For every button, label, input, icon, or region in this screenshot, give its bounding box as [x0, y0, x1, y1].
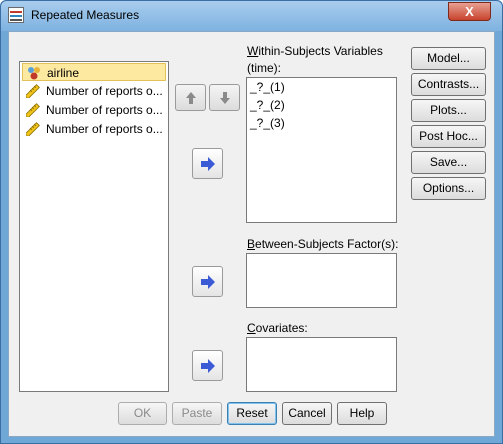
- dialog-body: airline Number of reports o... Number of…: [8, 31, 495, 437]
- between-subjects-list[interactable]: [246, 253, 397, 308]
- model-button[interactable]: Model...: [411, 47, 486, 70]
- cancel-button[interactable]: Cancel: [282, 402, 332, 425]
- arrow-up-icon: [185, 91, 196, 104]
- list-item[interactable]: Number of reports o...: [22, 82, 166, 100]
- within-factor-label: (time):: [247, 61, 281, 75]
- options-button[interactable]: Options...: [411, 177, 486, 200]
- arrow-right-icon: [200, 274, 215, 289]
- app-icon: [8, 7, 24, 23]
- list-item[interactable]: _?_(2): [247, 96, 396, 114]
- list-item[interactable]: airline: [22, 63, 166, 81]
- move-to-covariates-button[interactable]: [192, 350, 223, 381]
- dialog-window: Repeated Measures X airline Number of re…: [0, 0, 503, 444]
- arrow-right-icon: [200, 156, 215, 171]
- contrasts-button[interactable]: Contrasts...: [411, 73, 486, 96]
- list-item[interactable]: _?_(3): [247, 114, 396, 132]
- between-subjects-label: Between-Subjects Factor(s):: [247, 237, 399, 251]
- source-variable-list[interactable]: airline Number of reports o... Number of…: [19, 61, 169, 392]
- move-to-between-button[interactable]: [192, 266, 223, 297]
- covariates-label: Covariates:: [247, 321, 308, 335]
- save-button[interactable]: Save...: [411, 151, 486, 174]
- close-button[interactable]: X: [448, 2, 491, 21]
- list-item-label: Number of reports o...: [46, 84, 163, 98]
- move-down-button[interactable]: [209, 84, 240, 111]
- window-title: Repeated Measures: [31, 8, 140, 22]
- scale-variable-icon: [26, 84, 40, 98]
- paste-button[interactable]: Paste: [172, 402, 222, 425]
- arrow-right-icon: [200, 358, 215, 373]
- within-subjects-label: Within-Subjects Variables: [247, 44, 383, 58]
- list-item[interactable]: Number of reports o...: [22, 101, 166, 119]
- arrow-down-icon: [219, 91, 230, 104]
- title-bar[interactable]: Repeated Measures X: [1, 1, 502, 31]
- covariates-list[interactable]: [246, 337, 397, 392]
- within-subjects-list[interactable]: _?_(1) _?_(2) _?_(3): [246, 77, 397, 223]
- plots-button[interactable]: Plots...: [411, 99, 486, 122]
- list-item-label: airline: [47, 66, 80, 80]
- move-up-button[interactable]: [175, 84, 206, 111]
- nominal-variable-icon: [28, 67, 40, 80]
- list-item-label: Number of reports o...: [46, 122, 163, 136]
- list-item-label: Number of reports o...: [46, 103, 163, 117]
- list-item[interactable]: _?_(1): [247, 78, 396, 96]
- move-to-within-button[interactable]: [192, 148, 223, 179]
- reset-button[interactable]: Reset: [227, 402, 277, 425]
- scale-variable-icon: [26, 122, 40, 136]
- help-button[interactable]: Help: [337, 402, 387, 425]
- list-item[interactable]: Number of reports o...: [22, 120, 166, 138]
- post-hoc-button[interactable]: Post Hoc...: [411, 125, 486, 148]
- ok-button[interactable]: OK: [118, 402, 167, 425]
- scale-variable-icon: [26, 103, 40, 117]
